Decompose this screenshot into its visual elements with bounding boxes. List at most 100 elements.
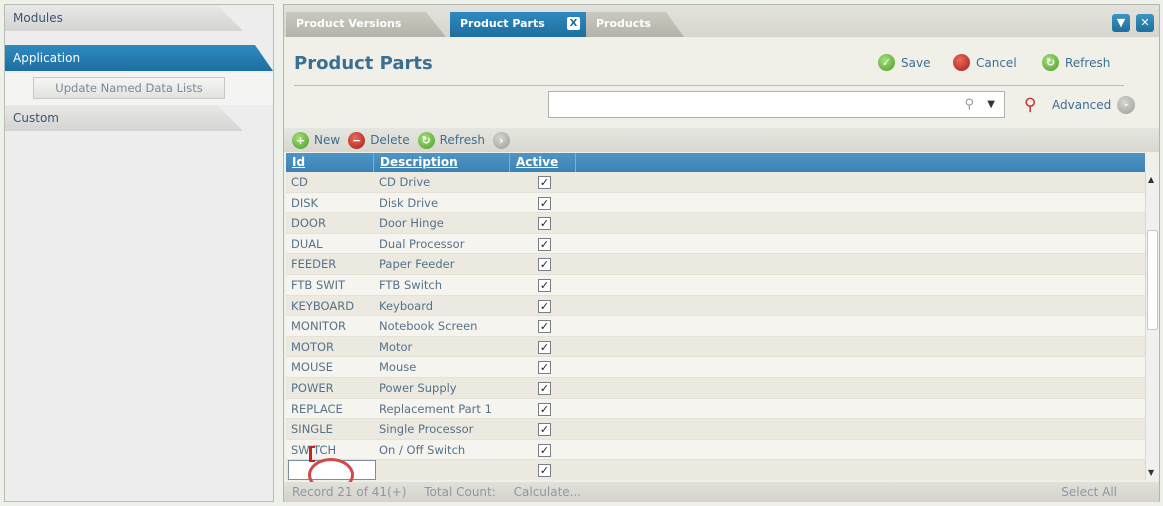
collapse-icon[interactable]: ▼ [1112, 14, 1130, 32]
active-checkbox[interactable]: ✓ [538, 443, 551, 457]
cell-active: ✓ [510, 172, 576, 192]
cell-description[interactable]: Motor [374, 337, 510, 357]
search-input[interactable]: ⚲ ▼ [548, 91, 1005, 118]
cell-description[interactable]: Dual Processor [374, 234, 510, 254]
refresh-icon: ↻ [417, 131, 435, 149]
cell-description[interactable]: Paper Feeder [374, 254, 510, 274]
grid-scrollbar[interactable]: ▲ ▼ [1145, 172, 1159, 480]
new-button[interactable]: + New [292, 131, 341, 149]
cell-id[interactable]: DUAL [286, 234, 374, 254]
column-header-id[interactable]: Id [286, 153, 374, 172]
table-row[interactable]: REPLACE Replacement Part 1 ✓ [286, 398, 1145, 420]
cell-description[interactable]: Notebook Screen [374, 316, 510, 336]
active-checkbox[interactable]: ✓ [538, 340, 551, 354]
cell-id[interactable]: CD [286, 172, 374, 192]
active-checkbox[interactable]: ✓ [538, 278, 551, 292]
table-row[interactable]: DUAL Dual Processor ✓ [286, 233, 1145, 255]
cell-id[interactable]: MONITOR [286, 316, 374, 336]
nav-application-tab[interactable]: Application [5, 45, 273, 71]
advanced-search-button[interactable]: ⚲ Advanced ⌄ [1024, 94, 1136, 116]
cancel-label: Cancel [976, 55, 1017, 70]
table-row[interactable]: MONITOR Notebook Screen ✓ [286, 316, 1145, 337]
table-row[interactable]: MOTOR Motor ✓ [286, 336, 1145, 358]
active-checkbox[interactable]: ✓ [538, 258, 551, 272]
cell-id[interactable]: REPLACE [286, 399, 374, 419]
active-checkbox[interactable]: ✓ [538, 464, 551, 478]
search-icon[interactable]: ⚲ [964, 97, 974, 112]
cell-description[interactable]: Single Processor [374, 419, 510, 439]
cell-id[interactable]: KEYBOARD [286, 296, 374, 316]
table-row[interactable]: MOUSE Mouse ✓ [286, 357, 1145, 378]
table-row[interactable]: DOOR Door Hinge ✓ [286, 213, 1145, 234]
calculate-link[interactable]: Calculate... [514, 485, 582, 499]
nav-modules-tab[interactable]: Modules [5, 5, 243, 31]
grid-body: CD CD Drive ✓ DISK Disk Drive ✓ DOOR Door Hinge… [286, 172, 1145, 480]
update-named-data-lists-button[interactable]: Update Named Data Lists [33, 77, 225, 99]
window-close-icon[interactable]: ✕ [1136, 14, 1154, 32]
scroll-thumb[interactable] [1147, 230, 1158, 330]
cell-id[interactable]: MOTOR [286, 337, 374, 357]
cell-description[interactable]: Door Hinge [374, 213, 510, 233]
cell-active: ✓ [510, 337, 576, 357]
table-row[interactable]: SWITCH On / Off Switch ✓ [286, 439, 1145, 461]
table-row[interactable]: FEEDER Paper Feeder ✓ [286, 254, 1145, 275]
expand-icon[interactable]: ⌄ [1117, 96, 1136, 114]
table-row[interactable]: CD CD Drive ✓ [286, 172, 1145, 193]
nav-custom-tab[interactable]: Custom [5, 105, 243, 131]
tab-product-parts-label: Product Parts [460, 17, 545, 30]
tab-product-versions[interactable]: Product Versions [286, 12, 446, 37]
cell-id[interactable]: DISK [286, 193, 374, 213]
table-row[interactable]: KEYBOARD Keyboard ✓ [286, 295, 1145, 317]
active-checkbox[interactable]: ✓ [538, 217, 551, 231]
active-checkbox[interactable]: ✓ [538, 237, 551, 251]
scroll-up-icon[interactable]: ▲ [1148, 175, 1154, 184]
delete-button[interactable]: − Delete [348, 131, 410, 149]
cell-description[interactable] [374, 460, 510, 480]
column-header-active[interactable]: Active [510, 153, 576, 172]
active-checkbox[interactable]: ✓ [538, 299, 551, 313]
tab-product-parts[interactable]: Product Parts X [450, 12, 592, 37]
table-row[interactable]: FTB SWIT FTB Switch ✓ [286, 274, 1145, 296]
cell-description[interactable]: Replacement Part 1 [374, 399, 510, 419]
text-cursor-annotation [309, 446, 315, 462]
cell-id[interactable]: SWITCH [286, 440, 374, 460]
table-row[interactable]: ✓ [286, 460, 1145, 480]
active-checkbox[interactable]: ✓ [538, 381, 551, 395]
active-checkbox[interactable]: ✓ [538, 176, 551, 189]
cell-id[interactable]: FTB SWIT [286, 275, 374, 295]
table-row[interactable]: POWER Power Supply ✓ [286, 377, 1145, 399]
active-checkbox[interactable]: ✓ [538, 320, 551, 334]
chevron-down-icon[interactable]: ▼ [987, 99, 995, 110]
select-all-link[interactable]: Select All [1061, 485, 1117, 499]
grid-refresh-button[interactable]: ↻ Refresh [417, 131, 485, 149]
close-icon[interactable]: X [567, 17, 580, 30]
active-checkbox[interactable]: ✓ [538, 402, 551, 416]
new-label: New [314, 133, 341, 147]
active-checkbox[interactable]: ✓ [538, 196, 551, 210]
cell-id[interactable]: SINGLE [286, 419, 374, 439]
cell-description[interactable]: CD Drive [374, 172, 510, 192]
cell-id[interactable]: POWER [286, 378, 374, 398]
scroll-down-icon[interactable]: ▼ [1148, 468, 1154, 477]
active-checkbox[interactable]: ✓ [538, 361, 551, 375]
arrow-right-icon[interactable]: › [492, 131, 510, 149]
tab-products[interactable]: Products [586, 12, 684, 37]
cell-description[interactable]: Mouse [374, 357, 510, 377]
grid-header: Id Description Active [286, 153, 1145, 172]
table-row[interactable]: SINGLE Single Processor ✓ [286, 419, 1145, 440]
cell-description[interactable]: FTB Switch [374, 275, 510, 295]
cell-id[interactable]: FEEDER [286, 254, 374, 274]
cell-description[interactable]: On / Off Switch [374, 440, 510, 460]
table-row[interactable]: DISK Disk Drive ✓ [286, 192, 1145, 214]
cell-description[interactable]: Keyboard [374, 296, 510, 316]
cancel-button[interactable]: Cancel [953, 54, 1017, 71]
refresh-button[interactable]: ↻ Refresh [1042, 54, 1110, 71]
cell-description[interactable]: Disk Drive [374, 193, 510, 213]
column-header-description[interactable]: Description [374, 153, 510, 172]
title-divider [294, 85, 1124, 86]
save-button[interactable]: ✓ Save [878, 54, 930, 71]
cell-id[interactable]: MOUSE [286, 357, 374, 377]
cell-id[interactable]: DOOR [286, 213, 374, 233]
active-checkbox[interactable]: ✓ [538, 423, 551, 437]
cell-description[interactable]: Power Supply [374, 378, 510, 398]
